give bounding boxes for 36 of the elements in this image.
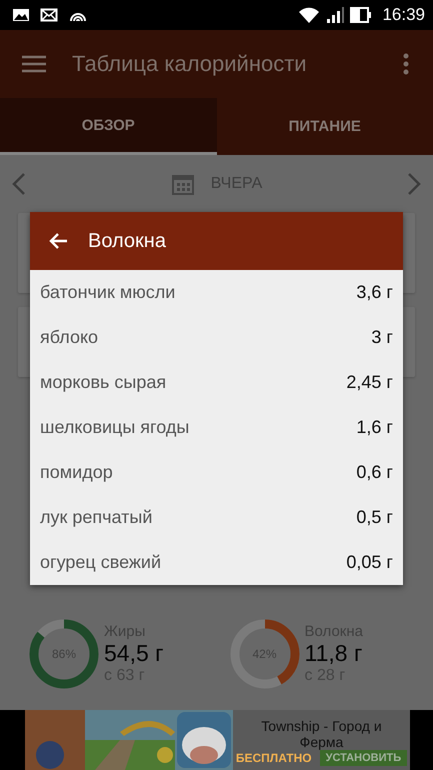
nutrient-amount: 54,5 г	[104, 640, 164, 667]
app-title: Таблица калорийности	[72, 51, 308, 77]
food-amount: 0,5 г	[356, 507, 393, 528]
food-name: огурец свежий	[40, 552, 162, 573]
signal-icon	[326, 7, 344, 23]
donut-ring	[28, 618, 100, 690]
food-name: шелковицы ягоды	[40, 417, 190, 438]
food-amount: 0,05 г	[346, 552, 393, 573]
mail-icon	[40, 8, 58, 22]
food-name: морковь сырая	[40, 372, 166, 393]
food-amount: 3,6 г	[356, 282, 393, 303]
ad-title: Township - Город и Ферма	[260, 718, 383, 750]
donut-ring	[228, 618, 300, 690]
food-name: батончик мюсли	[40, 282, 176, 303]
menu-icon[interactable]	[22, 55, 46, 73]
food-name: помидор	[40, 462, 113, 483]
chevron-right-icon[interactable]	[407, 172, 421, 196]
tab[interactable]: ОБЗОР	[0, 98, 216, 155]
more-icon[interactable]	[403, 53, 409, 75]
back-icon[interactable]	[48, 232, 68, 250]
food-name: яблоко	[40, 327, 98, 348]
ad-banner[interactable]: Township - Город и Ферма БЕСПЛАТНО УСТАНОВИТЬ	[0, 710, 433, 770]
food-name: лук репчатый	[40, 507, 152, 528]
clock-time: 16:39	[382, 5, 425, 25]
battery-icon	[350, 7, 372, 23]
food-amount: 1,6 г	[356, 417, 393, 438]
chevron-left-icon[interactable]	[12, 172, 26, 196]
picture-icon	[12, 8, 30, 22]
nutrient-amount: 11,8 г	[304, 640, 363, 667]
food-amount: 2,45 г	[346, 372, 393, 393]
price-label: БЕСПЛАТНО	[236, 750, 312, 764]
dialog-title: Волокна	[88, 230, 166, 252]
food-amount: 0,6 г	[356, 462, 393, 483]
food-amount: 3 г	[371, 327, 393, 348]
wifi-icon	[298, 7, 320, 23]
install-button[interactable]: УСТАНОВИТЬ	[320, 750, 408, 766]
